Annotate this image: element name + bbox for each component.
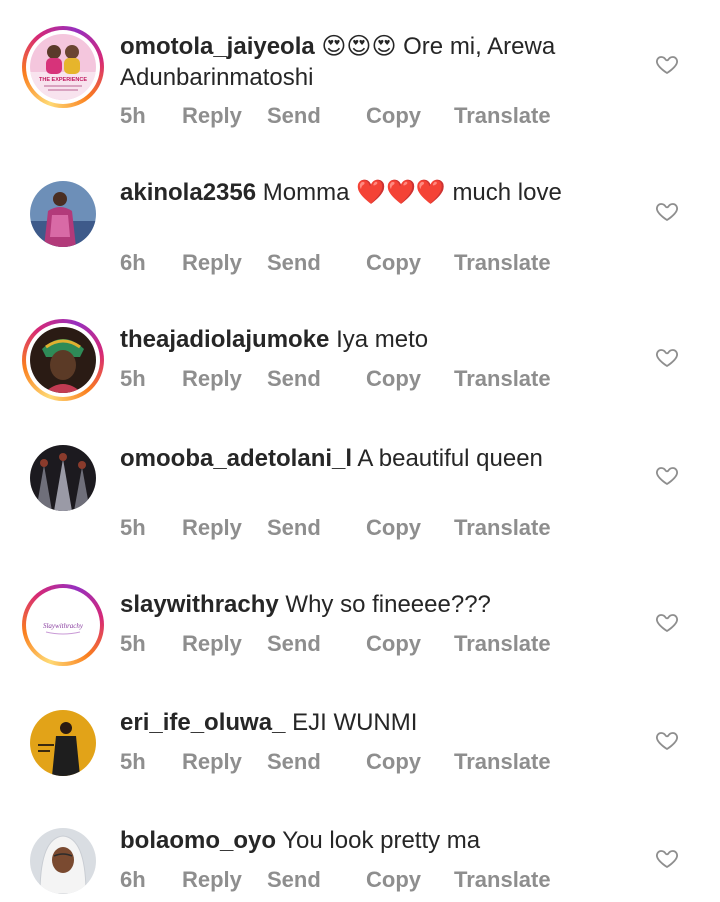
comment-body-start: Momma xyxy=(262,179,350,206)
reply-button[interactable]: Reply xyxy=(182,629,242,659)
avatar[interactable]: THE EXPERIENCE xyxy=(22,26,104,108)
comment-time: 6h xyxy=(120,250,146,275)
send-button[interactable]: Send xyxy=(267,364,321,394)
avatar[interactable] xyxy=(22,820,104,902)
comment-emoji: 😍😍😍 xyxy=(321,32,397,60)
heart-outline-icon[interactable] xyxy=(655,846,679,870)
comment-username[interactable]: omooba_adetolani_l xyxy=(120,445,352,472)
reply-button[interactable]: Reply xyxy=(182,364,242,394)
avatar-image xyxy=(30,181,96,247)
avatar[interactable]: Slaywithrachy xyxy=(22,584,104,666)
comment-time: 5h xyxy=(120,515,146,540)
heart-outline-icon[interactable] xyxy=(655,199,679,223)
comment-body: EJI WUNMI xyxy=(292,709,418,736)
avatar-image xyxy=(30,710,96,776)
reply-button[interactable]: Reply xyxy=(182,865,242,895)
avatar[interactable] xyxy=(22,319,104,401)
avatar-logo-text: THE EXPERIENCE xyxy=(39,77,87,83)
heart-outline-icon[interactable] xyxy=(655,52,679,76)
translate-button[interactable]: Translate xyxy=(454,248,551,278)
copy-button[interactable]: Copy xyxy=(366,513,421,543)
avatar-image xyxy=(30,327,96,393)
avatar-logo-text: Slaywithrachy xyxy=(43,622,84,630)
translate-button[interactable]: Translate xyxy=(454,865,551,895)
heart-outline-icon[interactable] xyxy=(655,728,679,752)
comment-body: Why so fineeee??? xyxy=(285,591,491,618)
avatar-image xyxy=(30,828,96,894)
comment-body: Iya meto xyxy=(336,326,429,353)
comment-time: 6h xyxy=(120,867,146,892)
copy-button[interactable]: Copy xyxy=(366,248,421,278)
reply-button[interactable]: Reply xyxy=(182,101,242,131)
translate-button[interactable]: Translate xyxy=(454,629,551,659)
comment-time: 5h xyxy=(120,366,146,391)
heart-outline-icon[interactable] xyxy=(655,463,679,487)
translate-button[interactable]: Translate xyxy=(454,364,551,394)
translate-button[interactable]: Translate xyxy=(454,747,551,777)
avatar[interactable] xyxy=(22,437,104,519)
comment-text: slaywithrachy Why so fineeee??? xyxy=(120,589,640,620)
copy-button[interactable]: Copy xyxy=(366,364,421,394)
comment-username[interactable]: omotola_jaiyeola xyxy=(120,33,315,60)
avatar-image xyxy=(30,445,96,511)
comment-time: 5h xyxy=(120,103,146,128)
comment-username[interactable]: slaywithrachy xyxy=(120,591,279,618)
translate-button[interactable]: Translate xyxy=(454,513,551,543)
comment-body: A beautiful queen xyxy=(357,445,543,472)
comment-time: 5h xyxy=(120,631,146,656)
send-button[interactable]: Send xyxy=(267,513,321,543)
copy-button[interactable]: Copy xyxy=(366,629,421,659)
copy-button[interactable]: Copy xyxy=(366,101,421,131)
comment-username[interactable]: eri_ife_oluwa_ xyxy=(120,709,285,736)
comment-text: omotola_jaiyeola 😍😍😍 Ore mi, Arewa Adunb… xyxy=(120,31,640,93)
comment-username[interactable]: akinola2356 xyxy=(120,179,256,206)
avatar-image: Slaywithrachy xyxy=(30,592,96,658)
comment-text: omooba_adetolani_l A beautiful queen xyxy=(120,443,640,474)
avatar[interactable] xyxy=(22,702,104,784)
comment-text: theajadiolajumoke Iya meto xyxy=(120,324,640,355)
avatar[interactable] xyxy=(22,173,104,255)
comment-username[interactable]: theajadiolajumoke xyxy=(120,326,329,353)
avatar-image: THE EXPERIENCE xyxy=(30,34,96,100)
comment-text: akinola2356 Momma ❤️❤️❤️ much love xyxy=(120,177,640,208)
comment-username[interactable]: bolaomo_oyo xyxy=(120,827,276,854)
send-button[interactable]: Send xyxy=(267,865,321,895)
copy-button[interactable]: Copy xyxy=(366,747,421,777)
comment-emoji: ❤️❤️❤️ xyxy=(356,178,446,206)
translate-button[interactable]: Translate xyxy=(454,101,551,131)
reply-button[interactable]: Reply xyxy=(182,248,242,278)
send-button[interactable]: Send xyxy=(267,629,321,659)
comment-time: 5h xyxy=(120,749,146,774)
copy-button[interactable]: Copy xyxy=(366,865,421,895)
comment-body: You look pretty ma xyxy=(282,827,481,854)
send-button[interactable]: Send xyxy=(267,101,321,131)
send-button[interactable]: Send xyxy=(267,248,321,278)
reply-button[interactable]: Reply xyxy=(182,747,242,777)
heart-outline-icon[interactable] xyxy=(655,345,679,369)
reply-button[interactable]: Reply xyxy=(182,513,242,543)
send-button[interactable]: Send xyxy=(267,747,321,777)
comment-text: eri_ife_oluwa_ EJI WUNMI xyxy=(120,707,640,738)
heart-outline-icon[interactable] xyxy=(655,610,679,634)
comment-body: much love xyxy=(452,179,562,206)
comment-text: bolaomo_oyo You look pretty ma xyxy=(120,825,640,856)
